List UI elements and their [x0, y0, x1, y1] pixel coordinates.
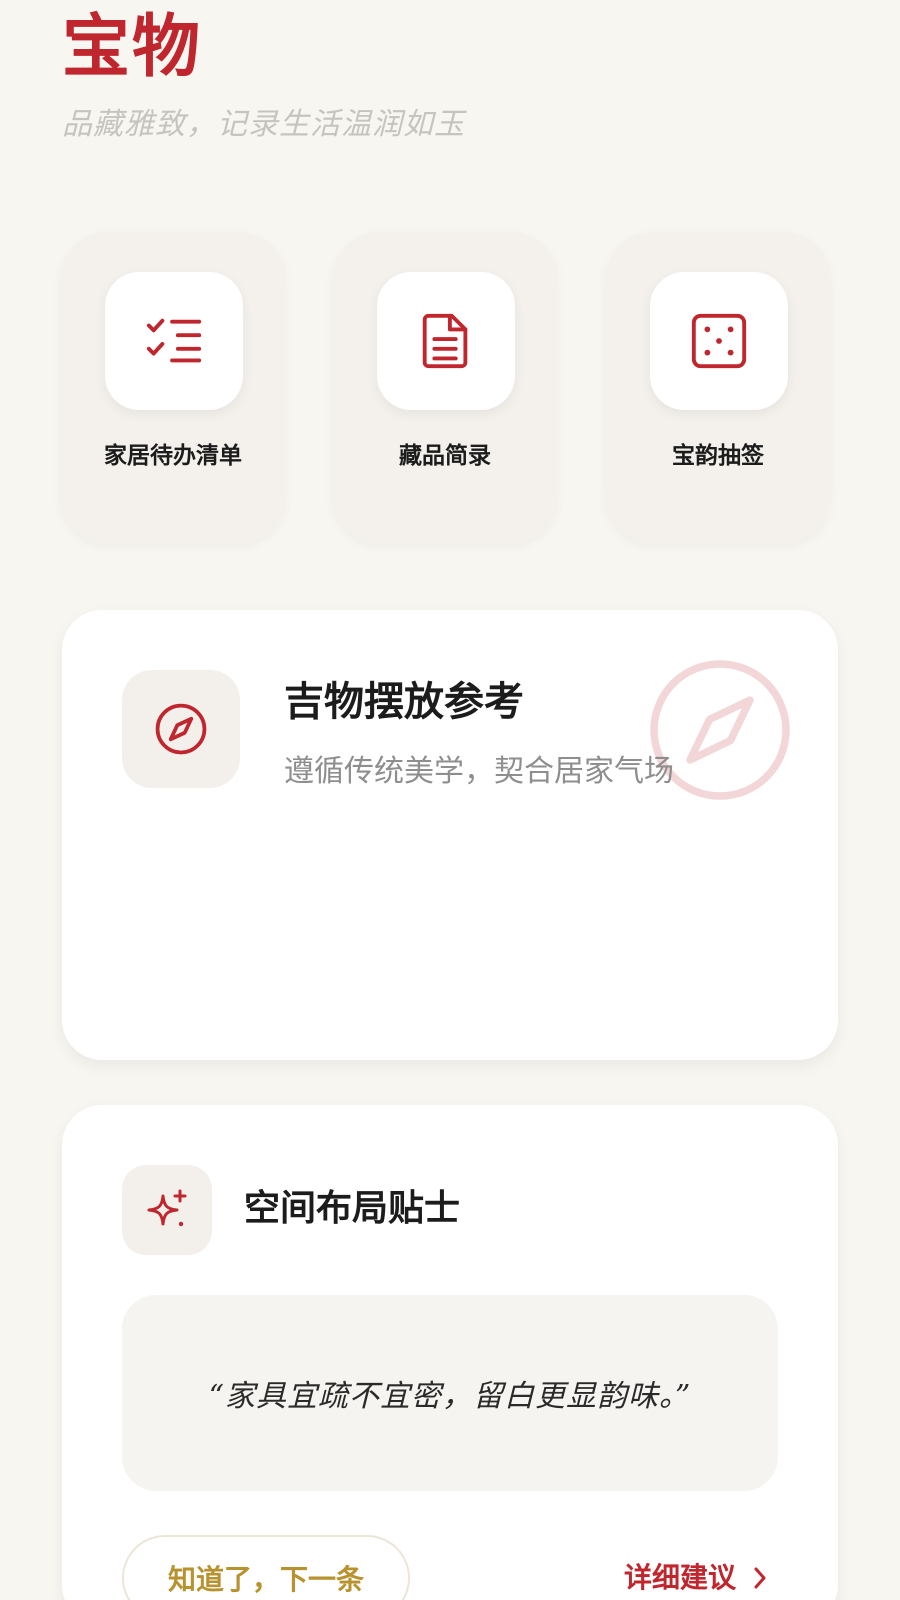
tip-quote: “家具宜疏不宜密，留白更显韵味。” [208, 1379, 692, 1414]
checklist-icon [146, 318, 202, 363]
tool-label-lottery: 宝韵抽签 [672, 443, 764, 469]
tool-icon-container [105, 272, 243, 410]
compass-icon [155, 703, 207, 755]
tool-card-todo[interactable]: 家居待办清单 [60, 232, 286, 544]
document-icon [422, 313, 468, 369]
tool-label-todo: 家居待办清单 [104, 443, 242, 469]
chevron-right-icon [754, 1567, 766, 1589]
tips-card: 空间布局贴士 “家具宜疏不宜密，留白更显韵味。” 知道了，下一条 详细建议 [62, 1105, 838, 1600]
tool-card-collection[interactable]: 藏品简录 [332, 232, 558, 544]
dice-icon [691, 313, 747, 369]
app-subtitle: 品藏雅致，记录生活温润如玉 [62, 107, 465, 142]
feature-card-placement[interactable]: 吉物摆放参考 遵循传统美学，契合居家气场 [62, 610, 838, 1060]
app-title: 宝物 [62, 7, 203, 87]
tool-icon-container [650, 272, 788, 410]
tool-label-collection: 藏品简录 [399, 443, 491, 469]
tips-icon-container [122, 1165, 212, 1255]
home-screen: 宝物 品藏雅致，记录生活温润如玉 家居待办清单 藏品简录 宝韵抽签 吉物摆放参考… [0, 0, 900, 1600]
detail-advice-label: 详细建议 [623, 1561, 736, 1594]
next-tip-button[interactable]: 知道了，下一条 [122, 1535, 410, 1600]
feature-icon-container [122, 670, 240, 788]
tool-card-lottery[interactable]: 宝韵抽签 [605, 232, 831, 544]
tool-icon-container [377, 272, 515, 410]
feature-description: 遵循传统美学，契合居家气场 [284, 754, 674, 789]
quote-box: “家具宜疏不宜密，留白更显韵味。” [122, 1295, 778, 1491]
tips-title: 空间布局贴士 [244, 1188, 461, 1229]
detail-advice-link[interactable]: 详细建议 [624, 1553, 770, 1600]
sparkles-icon [147, 1189, 187, 1227]
feature-title: 吉物摆放参考 [284, 679, 524, 725]
